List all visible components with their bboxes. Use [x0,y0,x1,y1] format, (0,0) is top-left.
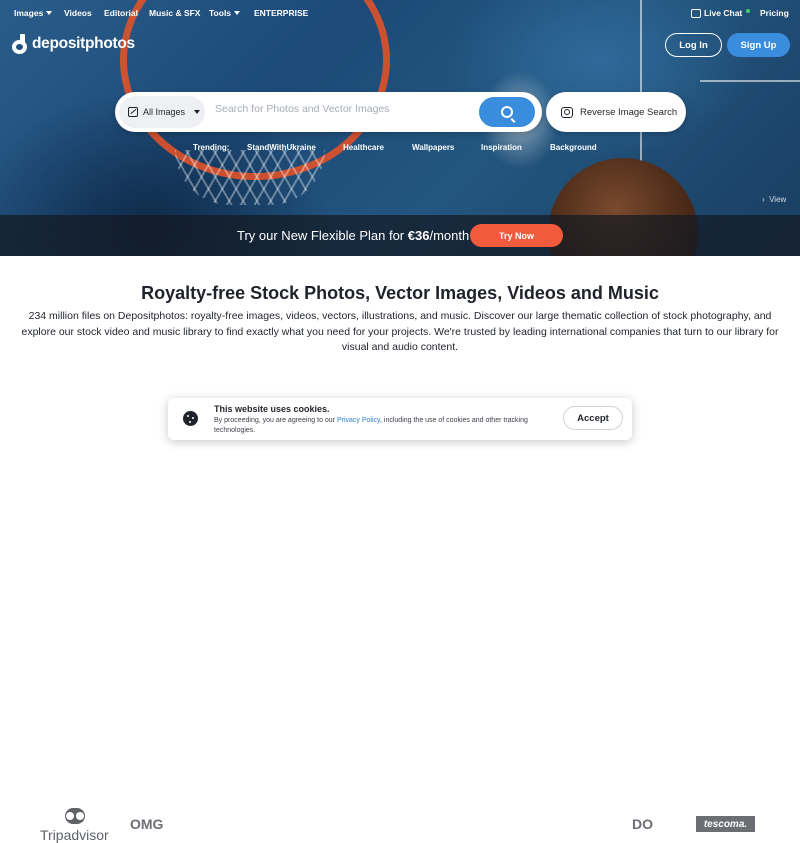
nav-item-pricing[interactable]: Pricing [760,8,789,18]
live-chat-link[interactable]: Live Chat [691,8,751,18]
nav-item-videos[interactable]: Videos [64,8,92,18]
chevron-down-icon [46,11,53,15]
site-logo[interactable]: depositphotos [11,34,135,54]
trending-label: Trending: [193,143,230,152]
client-logo-tescoma: tescoma. [696,816,755,832]
privacy-policy-link[interactable]: Privacy Policy [337,417,380,424]
trending-tag[interactable]: Healthcare [343,143,384,152]
tripadvisor-owl-icon [65,808,85,824]
trending-tag[interactable]: Background [550,143,597,152]
camera-search-icon [561,106,573,118]
promo-banner: Try our New Flexible Plan for €36/month [0,215,800,256]
client-logo-tripadvisor: Tripadvisor [40,827,109,843]
nav-item-images[interactable]: Images [14,8,53,18]
promo-text: Try our New Flexible Plan for €36/month [237,228,470,243]
court-line [700,80,800,82]
nav-item-music-sfx[interactable]: Music & SFX [149,8,200,18]
client-logo-omg: OMG [130,816,164,832]
client-logo-partial: DO [632,816,653,832]
chat-icon [691,8,701,18]
try-now-button[interactable]: Try Now [470,224,563,247]
search-icon [501,106,513,118]
chevron-down-icon [234,11,241,15]
page-headline: Royalty-free Stock Photos, Vector Images… [141,283,659,303]
search-input[interactable] [215,103,475,115]
chevron-down-icon [194,110,201,114]
login-button[interactable]: Log In [665,33,722,57]
trending-tag[interactable]: StandWithUkraine [247,143,316,152]
nav-item-enterprise[interactable]: ENTERPRISE [254,8,308,18]
nav-item-editorial[interactable]: Editorial [104,8,138,18]
image-icon [128,107,138,117]
cookie-title: This website uses cookies. [214,404,330,414]
view-image-link[interactable]: › View [762,195,786,204]
nav-item-tools[interactable]: Tools [209,8,241,18]
cookie-text: By proceeding, you are agreeing to our P… [214,417,528,434]
accept-cookies-button[interactable]: Accept [563,406,623,430]
cookie-banner: This website uses cookies. By proceeding… [168,398,632,440]
search-button[interactable] [479,97,535,127]
trending-bar: Trending: StandWithUkraine Healthcare Wa… [0,143,800,155]
intro-text: 234 million files on Depositphotos: roya… [21,310,779,353]
cookie-icon [183,411,198,426]
net-graphic [175,150,325,205]
search-type-dropdown[interactable]: All Images [119,96,205,128]
depositphotos-logo-icon [11,34,28,54]
search-bar: All Images [115,92,542,132]
signup-button[interactable]: Sign Up [727,33,790,57]
trending-tag[interactable]: Wallpapers [412,143,454,152]
online-status-dot [746,8,751,13]
top-navigation: Images Videos Editorial Music & SFX Tool… [0,0,800,26]
trending-tag[interactable]: Inspiration [481,143,522,152]
reverse-image-search-button[interactable]: Reverse Image Search [546,92,686,132]
